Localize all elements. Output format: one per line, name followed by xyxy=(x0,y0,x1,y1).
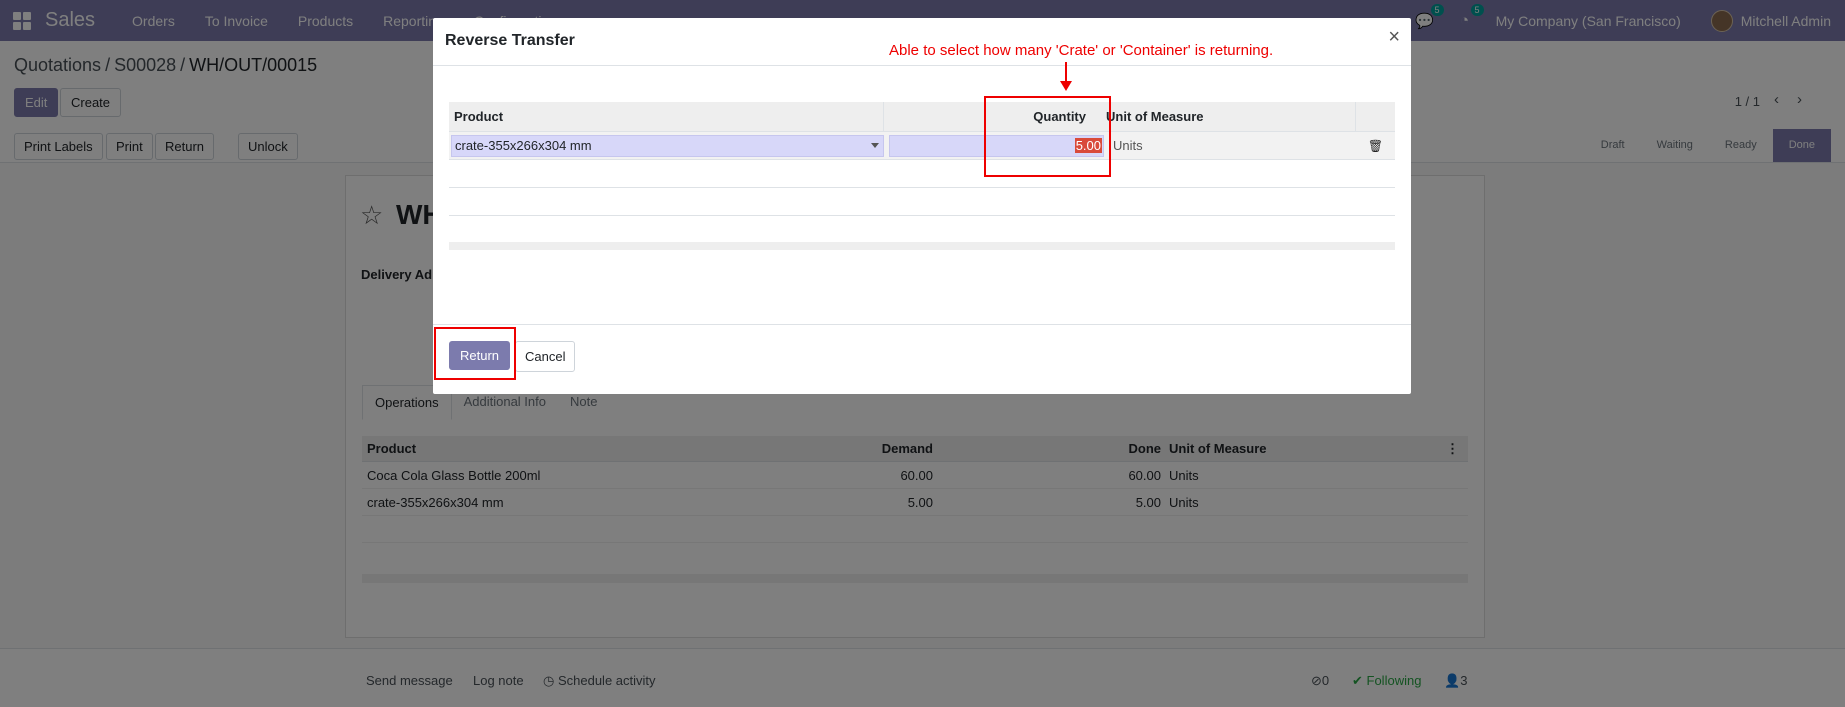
table-row-empty xyxy=(449,188,1395,216)
annotation-text: Able to select how many 'Crate' or 'Cont… xyxy=(889,42,1274,59)
trash-icon[interactable]: 🗑 xyxy=(1356,139,1395,153)
highlight-return-box xyxy=(434,327,516,380)
cancel-button[interactable]: Cancel xyxy=(515,341,576,372)
uom-cell: Units xyxy=(1113,138,1143,153)
reverse-transfer-dialog: Reverse Transfer × Able to select how ma… xyxy=(433,18,1411,394)
annotation-arrow-head xyxy=(1060,81,1072,91)
close-icon[interactable]: × xyxy=(1388,26,1400,49)
product-select[interactable]: crate-355x266x304 mm xyxy=(451,134,884,157)
return-lines-table: Product Quantity Unit of Measure crate-3… xyxy=(449,101,1395,216)
col-uom: Unit of Measure xyxy=(1104,101,1356,132)
table-row[interactable]: crate-355x266x304 mm 5.00 Units 🗑 xyxy=(449,132,1395,160)
table-footer xyxy=(449,242,1395,250)
table-header: Product Quantity Unit of Measure xyxy=(449,101,1395,132)
table-row-empty xyxy=(449,160,1395,188)
modal-footer: Return Cancel xyxy=(433,324,1411,394)
highlight-quantity-box xyxy=(984,96,1111,177)
col-product: Product xyxy=(449,101,884,132)
modal-title: Reverse Transfer xyxy=(445,32,575,49)
caret-down-icon[interactable] xyxy=(871,142,879,148)
product-select-value: crate-355x266x304 mm xyxy=(455,137,592,153)
